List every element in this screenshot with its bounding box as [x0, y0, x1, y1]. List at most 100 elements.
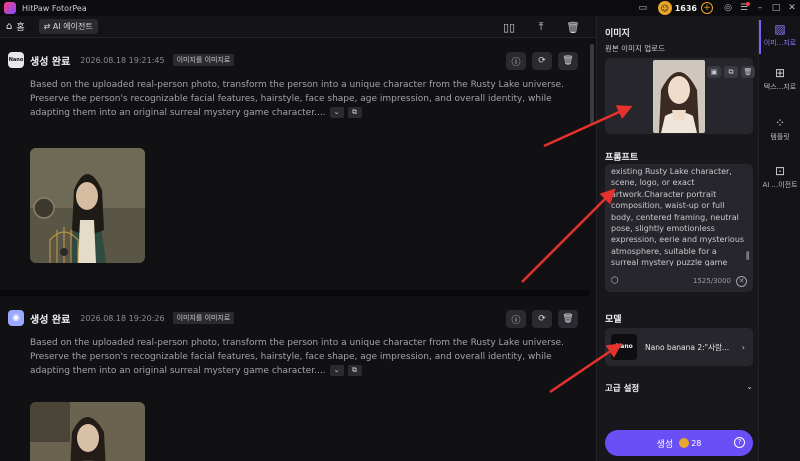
- advanced-settings-label: 고급 설정: [605, 384, 640, 394]
- char-counter: 1525/3000: [693, 277, 731, 285]
- prompt-content: Based on the uploaded real-person photo,…: [30, 338, 564, 376]
- card-actions: ⓘ ⟳ 🗑: [506, 310, 578, 328]
- prompt-section-title: 프롬프트: [605, 153, 639, 163]
- remove-image-icon[interactable]: 🗑: [741, 66, 755, 78]
- rail-label: AI ...이전트: [762, 181, 798, 189]
- home-button[interactable]: ⌂ 홈: [6, 20, 25, 33]
- template-icon: ⁘: [774, 116, 786, 130]
- add-coins-icon[interactable]: +: [701, 2, 713, 14]
- delete-button[interactable]: 🗑: [558, 52, 578, 70]
- home-icon: ⌂: [6, 21, 13, 32]
- rail-label: 이미...지로: [763, 39, 797, 47]
- upload-label: 원본 이미지 업로드: [605, 44, 665, 53]
- image-icon: ▨: [774, 22, 786, 36]
- card-header: ◉ 생성 완료 2026.08.18 19:20:26 이미지를 이미지로: [8, 310, 235, 326]
- card-actions: ⓘ ⟳ 🗑: [506, 52, 578, 70]
- rail-item-text-to-image[interactable]: ⊞ 텍스...지로: [759, 66, 800, 92]
- prompt-text: Based on the uploaded real-person photo,…: [30, 336, 586, 378]
- generate-cost: 28: [691, 438, 702, 448]
- rail-item-ai-agent[interactable]: ⊡ AI ...이전트: [759, 164, 800, 190]
- title-bar: HitPaw FotorPea ▭ ☺ 1636 + ◎ ☰ – □ ✕: [0, 0, 800, 16]
- info-button[interactable]: ⓘ: [506, 310, 526, 328]
- regenerate-button[interactable]: ⟳: [532, 52, 552, 70]
- prompt-content: Based on the uploaded real-person photo,…: [30, 80, 564, 118]
- book-icon[interactable]: ▯▯: [500, 21, 518, 34]
- timestamp: 2026.08.18 19:21:45: [80, 55, 165, 65]
- delete-button[interactable]: 🗑: [558, 310, 578, 328]
- image-section-title: 이미지: [605, 29, 630, 39]
- ai-agent-tag[interactable]: ⇄ AI 에이전트: [38, 19, 98, 34]
- character-illustration: [30, 148, 145, 263]
- expand-chevron-icon[interactable]: ⌄: [329, 107, 344, 118]
- prompt-textarea[interactable]: existing Rusty Lake character, scene, lo…: [605, 164, 753, 292]
- toolbar-actions: ▯▯ ⤒ 🗑: [500, 16, 582, 38]
- feed-scrollbar[interactable]: [590, 44, 594, 124]
- rail-label: 텍스...지로: [763, 83, 797, 91]
- result-thumbnail[interactable]: [30, 148, 145, 263]
- model-badge-icon: ◉: [8, 310, 24, 326]
- rail-item-templates[interactable]: ⁘ 템플릿: [759, 116, 800, 142]
- replace-image-icon[interactable]: ▣: [707, 66, 721, 78]
- prompt-input-text[interactable]: existing Rusty Lake character, scene, lo…: [611, 166, 745, 266]
- coin-icon: ☺: [657, 1, 672, 15]
- regenerate-button[interactable]: ⟳: [532, 310, 552, 328]
- coin-balance[interactable]: ☺ 1636 +: [655, 1, 716, 15]
- chevron-down-icon: ⌄: [746, 382, 753, 391]
- prompt-library-icon[interactable]: ⬡: [611, 276, 619, 286]
- generate-label: 생성: [656, 439, 674, 450]
- rail-label: 템플릿: [770, 133, 790, 141]
- result-card: ◉ 생성 완료 2026.08.18 19:20:26 이미지를 이미지로 ⓘ …: [0, 296, 590, 461]
- upload-icon[interactable]: ⤒: [532, 20, 550, 34]
- app-logo-icon: [4, 2, 16, 14]
- account-icon[interactable]: ◎: [720, 3, 736, 13]
- minimize-icon[interactable]: –: [752, 3, 768, 13]
- app-window: HitPaw FotorPea ▭ ☺ 1636 + ◎ ☰ – □ ✕ ⌂ 홈…: [0, 0, 800, 461]
- close-icon[interactable]: ✕: [784, 3, 800, 13]
- result-card: Nano 생성 완료 2026.08.18 19:21:45 이미지를 이미지로…: [0, 38, 590, 290]
- info-button[interactable]: ⓘ: [506, 52, 526, 70]
- copy-icon[interactable]: ⧉: [347, 107, 362, 118]
- trash-icon[interactable]: 🗑: [564, 21, 582, 34]
- rail-item-image-to-image[interactable]: ▨ 이미...지로: [759, 22, 800, 48]
- portrait-image: [653, 60, 705, 133]
- copy-icon[interactable]: ⧉: [347, 365, 362, 376]
- resize-grip-icon[interactable]: ▐: [744, 252, 749, 260]
- result-feed[interactable]: Nano 생성 완료 2026.08.18 19:21:45 이미지를 이미지로…: [0, 38, 596, 461]
- prompt-text: Based on the uploaded real-person photo,…: [30, 78, 586, 120]
- generate-button[interactable]: 생성 28 ?: [605, 430, 753, 456]
- main-toolbar: ⌂ 홈 ⇄ AI 에이전트 ▯▯ ⤒ 🗑: [0, 16, 596, 38]
- help-icon[interactable]: ?: [734, 437, 745, 448]
- result-thumbnail[interactable]: [30, 402, 145, 461]
- status-label: 생성 완료: [30, 56, 71, 68]
- timestamp: 2026.08.18 19:20:26: [80, 313, 165, 323]
- upload-tools: ▣ ⧉ 🗑: [707, 66, 755, 78]
- character-illustration: [30, 402, 145, 461]
- mode-rail: ▨ 이미...지로 ⊞ 텍스...지로 ⁘ 템플릿 ⊡ AI ...이전트: [758, 16, 800, 461]
- ai-agent-icon: ⊡: [774, 164, 786, 178]
- settings-panel: 이미지 원본 이미지 업로드 ▣ ⧉ 🗑 프롬프트 existing Rusty…: [596, 16, 758, 461]
- mode-tag: 이미지를 이미지로: [172, 54, 235, 66]
- maximize-icon[interactable]: □: [768, 3, 784, 13]
- chevron-right-icon: ›: [741, 342, 745, 352]
- chat-icon[interactable]: ▭: [635, 3, 651, 13]
- coin-icon: [679, 438, 690, 448]
- upload-area[interactable]: ▣ ⧉ 🗑: [605, 58, 755, 134]
- model-section-title: 모델: [605, 315, 622, 325]
- model-selector[interactable]: Nano Nano banana 2:"사람... ›: [605, 328, 753, 366]
- expand-chevron-icon[interactable]: ⌄: [329, 365, 344, 376]
- model-thumbnail: Nano: [611, 334, 637, 360]
- home-label: 홈: [16, 23, 25, 33]
- model-badge: Nano: [8, 52, 24, 68]
- card-header: Nano 생성 완료 2026.08.18 19:21:45 이미지를 이미지로: [8, 52, 235, 68]
- advanced-settings-toggle[interactable]: 고급 설정 ⌄: [605, 382, 753, 394]
- coin-count: 1636: [674, 3, 697, 13]
- crop-icon[interactable]: ⧉: [724, 66, 738, 78]
- title-bar-controls: ▭ ☺ 1636 + ◎ ☰ – □ ✕: [635, 0, 800, 16]
- app-title: HitPaw FotorPea: [22, 3, 87, 13]
- status-label: 생성 완료: [30, 314, 71, 326]
- text-image-icon: ⊞: [774, 66, 786, 80]
- mode-tag: 이미지를 이미지로: [172, 312, 235, 324]
- menu-icon[interactable]: ☰: [736, 2, 752, 13]
- uploaded-photo: [653, 60, 705, 133]
- clear-prompt-icon[interactable]: ✕: [736, 276, 747, 287]
